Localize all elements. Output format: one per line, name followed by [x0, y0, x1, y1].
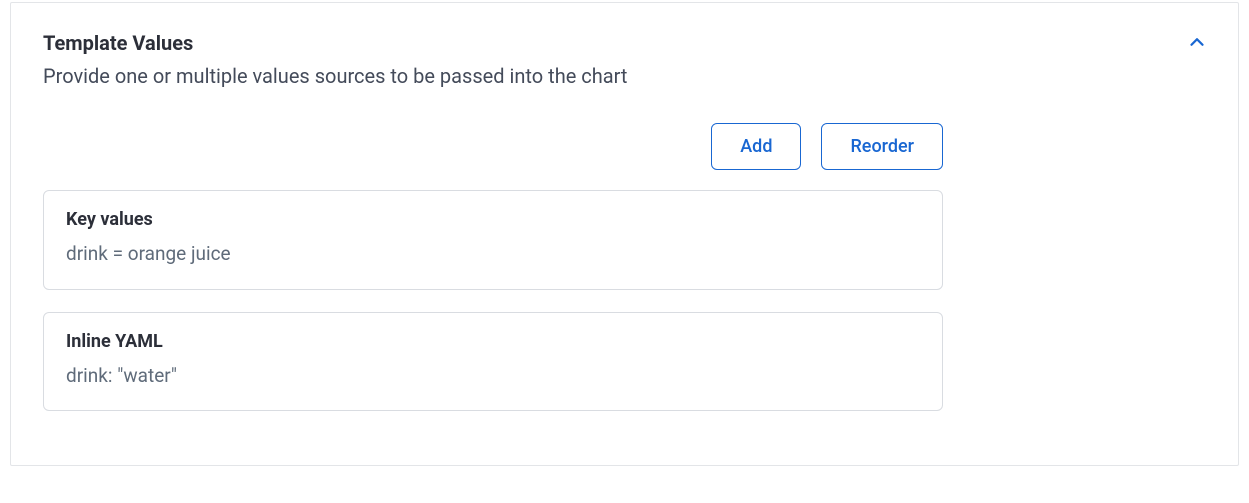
reorder-button[interactable]: Reorder	[821, 123, 943, 170]
chevron-up-icon	[1186, 31, 1208, 53]
panel-header: Template Values Provide one or multiple …	[43, 31, 1206, 91]
collapse-toggle[interactable]	[1182, 27, 1212, 57]
add-button[interactable]: Add	[711, 123, 801, 170]
section-description: Provide one or multiple values sources t…	[43, 61, 1182, 91]
value-source-card[interactable]: Inline YAML drink: "water"	[43, 312, 943, 412]
card-value-key-values: drink = orange juice	[66, 240, 920, 269]
template-values-panel: Template Values Provide one or multiple …	[10, 2, 1239, 466]
value-source-card[interactable]: Key values drink = orange juice	[43, 190, 943, 290]
card-title-key-values: Key values	[66, 209, 920, 230]
card-value-inline-yaml: drink: "water"	[66, 362, 920, 391]
panel-content: Add Reorder Key values drink = orange ju…	[43, 123, 943, 411]
card-title-inline-yaml: Inline YAML	[66, 331, 920, 352]
header-text-block: Template Values Provide one or multiple …	[43, 31, 1182, 91]
action-button-row: Add Reorder	[43, 123, 943, 170]
section-title: Template Values	[43, 31, 1182, 55]
